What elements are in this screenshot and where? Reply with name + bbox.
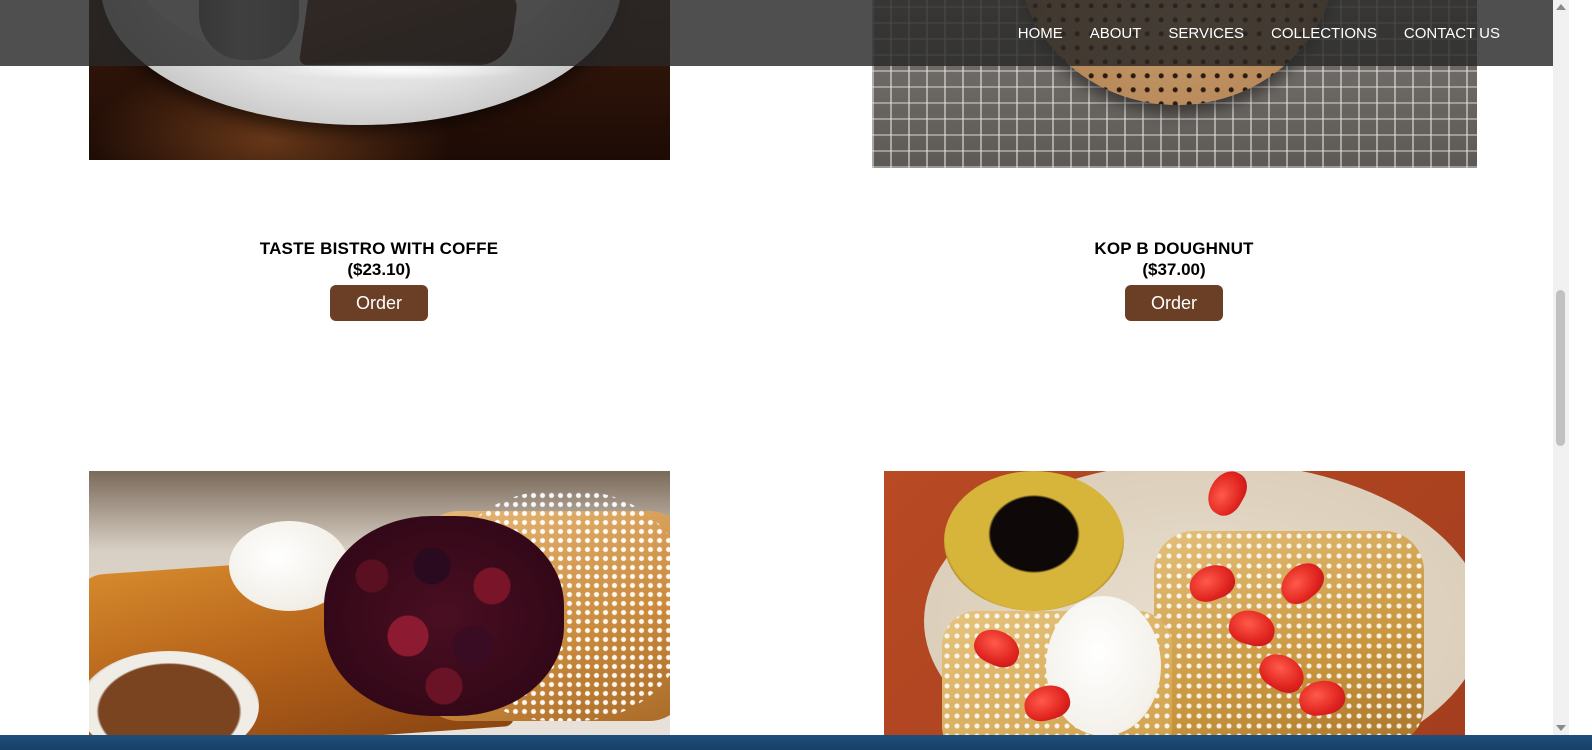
nav-links: HOME ABOUT SERVICES COLLECTIONS CONTACT … xyxy=(991,0,1500,66)
nav-item-collections[interactable]: COLLECTIONS xyxy=(1271,25,1377,42)
vertical-scrollbar[interactable] xyxy=(1553,0,1569,735)
product-card-1: TASTE BISTRO WITH COFFE ($23.10) Order xyxy=(179,238,579,321)
order-button[interactable]: Order xyxy=(1125,285,1223,321)
product-name: TASTE BISTRO WITH COFFE xyxy=(259,239,499,258)
product-card-2: KOP B DOUGHNUT ($37.00) Order xyxy=(974,238,1374,321)
berries-graphic xyxy=(324,516,564,716)
order-button[interactable]: Order xyxy=(330,285,428,321)
product-image-berry-french-toast[interactable] xyxy=(89,471,670,735)
product-image-strawberry-french-toast[interactable] xyxy=(884,471,1465,735)
toast-graphic xyxy=(1154,531,1424,735)
taskbar-strip xyxy=(0,735,1592,750)
navbar: HOME ABOUT SERVICES COLLECTIONS CONTACT … xyxy=(0,0,1553,66)
product-price: ($23.10) xyxy=(347,260,411,279)
scrollbar-thumb[interactable] xyxy=(1556,290,1565,446)
product-price: ($37.00) xyxy=(1142,260,1206,279)
nav-item-services[interactable]: SERVICES xyxy=(1168,25,1244,42)
scroll-up-arrow-icon[interactable] xyxy=(1556,4,1566,10)
page: TASTE BISTRO WITH COFFE ($23.10) Order K… xyxy=(0,0,1592,750)
product-name: KOP B DOUGHNUT xyxy=(1094,239,1254,258)
nav-item-home[interactable]: HOME xyxy=(1018,25,1063,42)
nav-item-contact-us[interactable]: CONTACT US xyxy=(1404,25,1500,42)
nav-item-about[interactable]: ABOUT xyxy=(1090,25,1142,42)
scroll-down-arrow-icon[interactable] xyxy=(1556,725,1566,731)
syrup-mug-graphic xyxy=(944,471,1124,611)
